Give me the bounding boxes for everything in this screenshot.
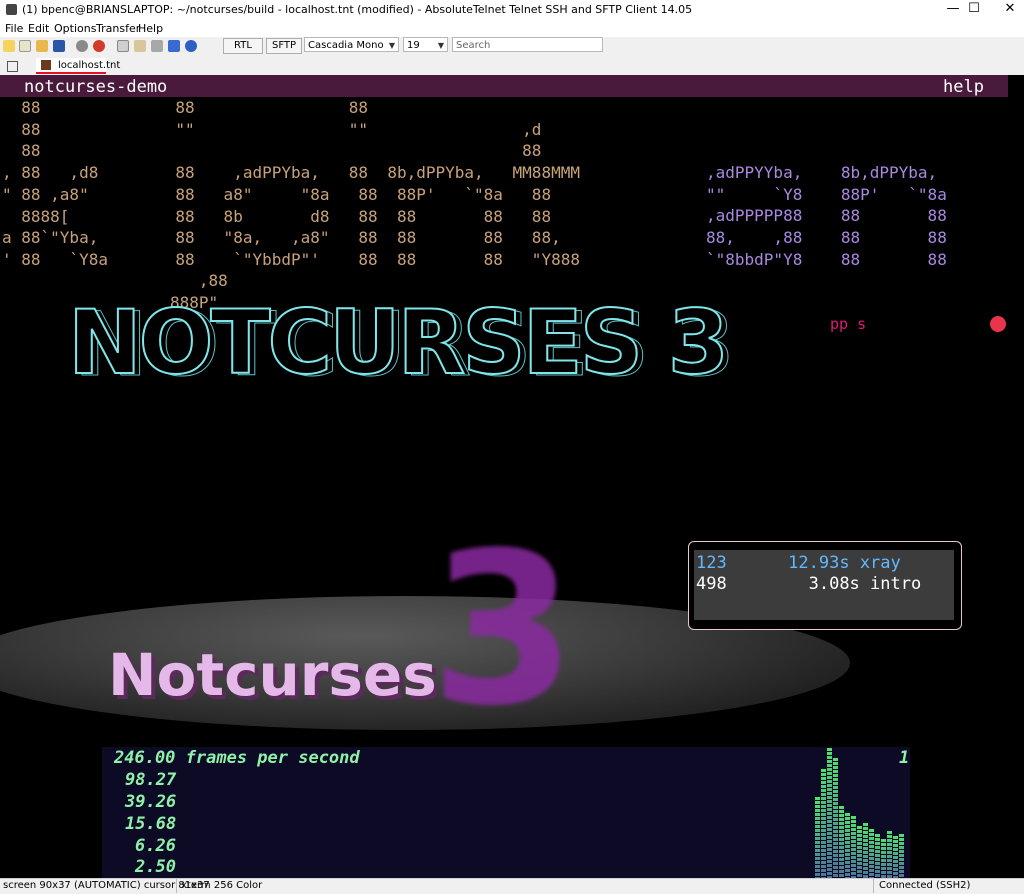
timing-count: 123 [696,553,727,573]
big-title: NOTCURSES 3 [67,291,730,394]
terminal-type-status: xterm 256 Color [181,880,263,891]
menu-edit[interactable]: Edit [28,22,49,35]
paste-icon[interactable] [134,40,146,52]
font-name-select[interactable]: Cascadia Mono ▼ [304,37,399,52]
timing-row: 123 12.93s xray [696,553,901,573]
font-name-value: Cascadia Mono [308,40,384,51]
menu-transfer[interactable]: Transfer [96,22,140,35]
fps-bar [875,834,880,878]
rtl-button[interactable]: RTL [223,38,263,54]
ascii-art-an: ,adPPYYba, 8b,dPPYba, "" `Y8 88P' `"8a ,… [706,163,947,269]
save-icon[interactable] [53,40,65,52]
open-folder-icon[interactable] [36,40,48,52]
fps-bar [821,769,826,878]
status-divider [873,879,874,893]
face-icon [990,316,1006,332]
print-icon[interactable] [151,40,163,52]
menu-help[interactable]: Help [138,22,163,35]
check-icon[interactable] [76,40,88,52]
search-input[interactable]: Search [452,37,603,52]
disconnect-icon[interactable] [93,40,105,52]
chevron-down-icon: ▼ [437,41,444,50]
open-document-icon[interactable] [19,40,31,52]
purple-three-glyph: 3 [430,507,577,752]
wrap-icon[interactable] [168,40,180,52]
help-icon[interactable] [185,40,197,52]
fps-bar [839,806,844,878]
fps-tick: 2.50 [135,857,176,877]
fps-tick: 15.68 [125,814,177,834]
fps-bar [887,831,892,878]
fps-bar [869,829,874,878]
timing-row: 498 3.08s intro [696,574,921,594]
screen-status: screen 90x37 (AUTOMATIC) cursor 81x37 [3,880,210,891]
font-size-select[interactable]: 19 ▼ [403,37,448,52]
sftp-button[interactable]: SFTP [266,38,302,54]
session-icon [41,60,51,70]
timing-demo-name: intro [870,574,922,594]
fps-tick: 39.26 [125,792,177,812]
fps-bar [899,834,904,878]
tab-bar [0,57,1024,75]
menu-file[interactable]: File [5,22,23,35]
ascii-art-kotlin: 88 88 88 88 "" "" ,d 88 88 , 88 ,d8 88 ,… [2,98,580,269]
fps-header: 246.00 frames per second [114,748,360,768]
grid-icon[interactable] [7,61,18,72]
fps-bar [881,839,886,878]
timing-count: 498 [696,574,727,594]
tab-label: localhost.tnt [58,60,121,71]
close-button[interactable]: ✕ [996,0,1024,20]
font-size-value: 19 [407,40,420,51]
fps-bar [851,816,856,878]
new-icon[interactable] [3,40,15,52]
timing-demo-name: xray [859,553,901,573]
fps-bar [833,758,838,878]
app-icon [6,4,17,15]
demo-title: notcurses-demo [24,77,168,97]
chevron-down-icon: ▼ [388,41,395,50]
fps-bar [863,823,868,878]
fps-bar [893,836,898,878]
terminal-scrollbar[interactable] [1008,75,1024,878]
fps-bar [857,826,862,878]
help-label[interactable]: help [943,77,984,97]
notcurses-wordmark: Notcurses [108,641,437,709]
copy-icon[interactable] [117,40,129,52]
fps-tick: 98.27 [125,770,177,790]
pink-overlay-text: pp s [830,315,867,333]
fps-bars [815,748,907,878]
window-title: (1) bpenc@BRIANSLAPTOP: ~/notcurses/buil… [22,3,693,16]
fps-bar [845,813,850,878]
fps-bar [815,797,820,878]
status-divider [176,879,177,893]
timing-time: 12.93s [788,553,850,573]
timing-time: 3.08s [808,574,860,594]
fps-tick: 6.26 [135,836,176,856]
fps-bar [827,748,832,878]
menu-options[interactable]: Options [54,22,96,35]
maximize-button[interactable]: ☐ [953,0,995,20]
connection-status: Connected (SSH2) [879,880,971,891]
